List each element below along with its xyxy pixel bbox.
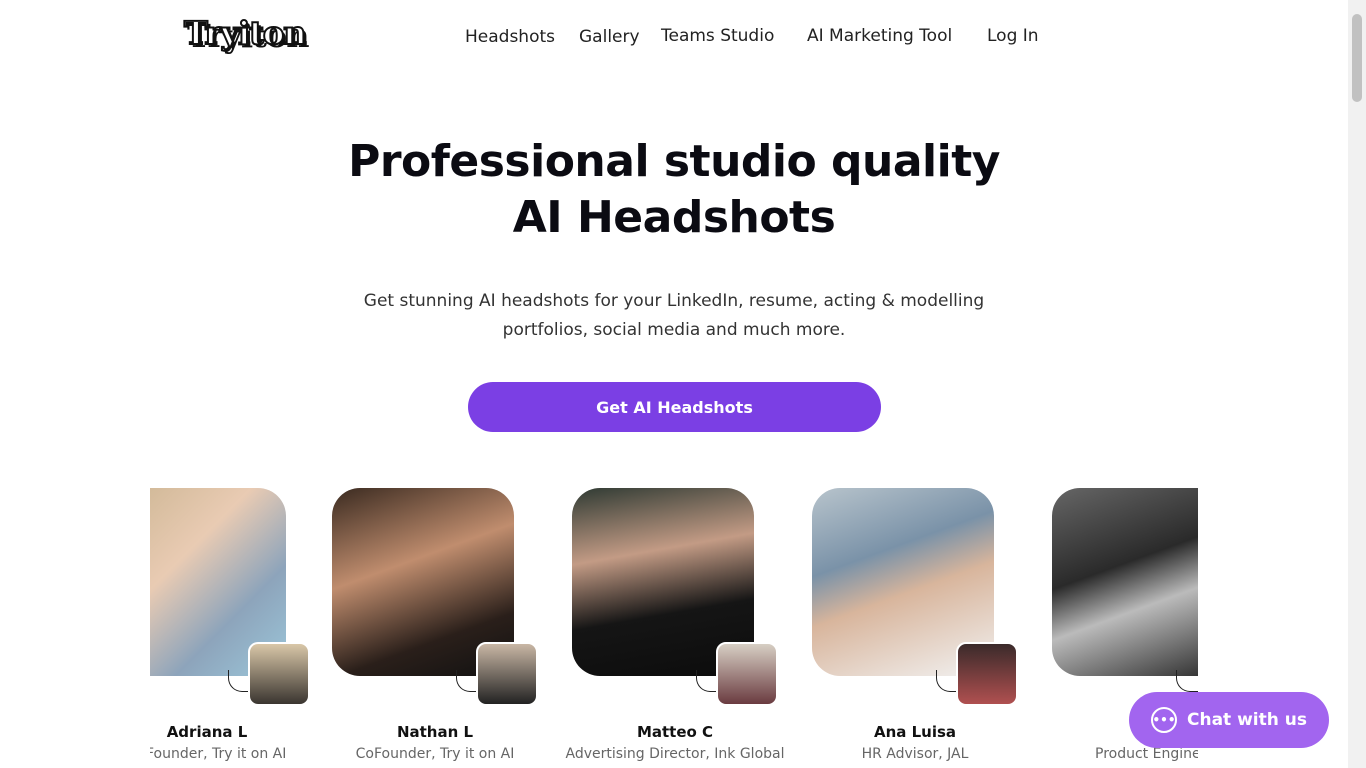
headshot-image — [1052, 488, 1198, 676]
selfie-thumbnail — [716, 642, 778, 706]
scrollbar[interactable] — [1348, 0, 1366, 768]
testimonial-name: Nathan L — [396, 723, 474, 741]
nav-teams-studio[interactable]: Teams Studio — [661, 26, 774, 46]
hero-title: Professional studio quality AI Headshots — [348, 136, 1000, 243]
chat-button[interactable]: ••• Chat with us — [1129, 692, 1329, 748]
arrow-icon — [936, 670, 958, 692]
get-headshots-button[interactable]: Get AI Headshots — [468, 382, 881, 432]
testimonial-card[interactable]: Ana Luisa HR Advisor, JAL — [812, 480, 1052, 768]
nav-headshots[interactable]: Headshots — [465, 27, 555, 47]
selfie-thumbnail — [956, 642, 1018, 706]
testimonial-role: CoFounder, Try it on AI — [355, 746, 515, 762]
chat-bubble-icon: ••• — [1151, 707, 1177, 733]
logo[interactable]: Tryiton — [183, 13, 307, 53]
selfie-thumbnail — [476, 642, 538, 706]
testimonial-role: Advertising Director, Ink Global — [565, 746, 785, 762]
testimonial-role: Product Engineer — [1095, 746, 1198, 762]
testimonial-name: Adriana L — [166, 723, 248, 741]
testimonial-name: Matteo C — [636, 723, 714, 741]
testimonial-carousel[interactable]: Adriana L CoFounder, Try it on AI Nathan… — [150, 480, 1198, 768]
selfie-thumbnail — [248, 642, 310, 706]
nav-log-in[interactable]: Log In — [987, 26, 1039, 46]
nav-gallery[interactable]: Gallery — [579, 27, 640, 47]
testimonial-card[interactable]: Matteo C Advertising Director, Ink Globa… — [565, 480, 812, 768]
testimonial-role: CoFounder, Try it on AI — [150, 746, 287, 762]
hero-subtitle: Get stunning AI headshots for your Linke… — [363, 291, 985, 340]
arrow-icon — [696, 670, 718, 692]
testimonial-name: Ana Luisa — [873, 723, 957, 741]
nav-ai-marketing-tool[interactable]: AI Marketing Tool — [807, 26, 952, 46]
arrow-icon — [228, 670, 250, 692]
testimonial-card[interactable]: Nathan L CoFounder, Try it on AI — [332, 480, 572, 768]
scrollbar-thumb[interactable] — [1352, 14, 1362, 102]
arrow-icon — [456, 670, 478, 692]
testimonial-role: HR Advisor, JAL — [861, 746, 969, 762]
arrow-icon — [1176, 670, 1198, 692]
